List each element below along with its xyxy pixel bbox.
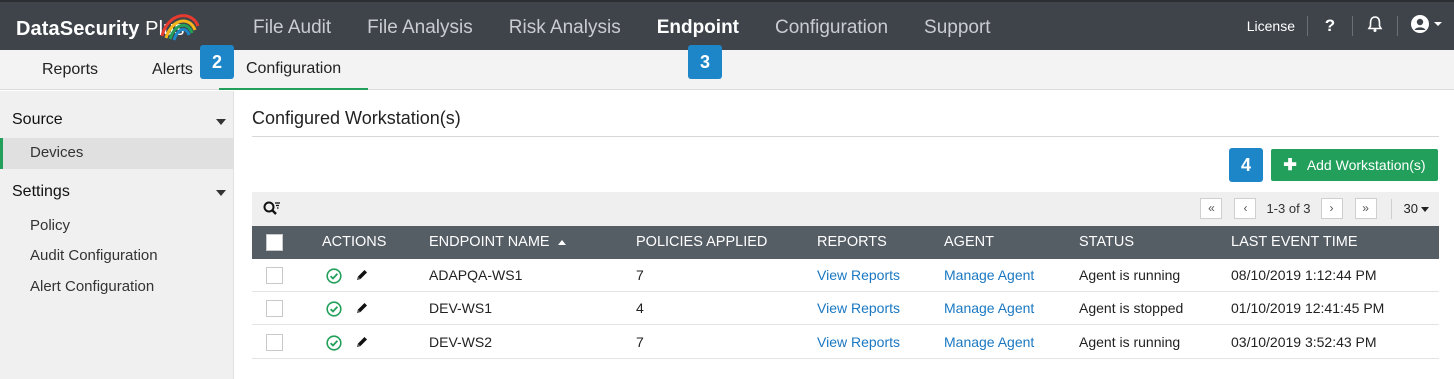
sidebar-item-label: Devices xyxy=(30,144,84,161)
check-circle-icon[interactable] xyxy=(326,268,342,284)
license-link[interactable]: License xyxy=(1235,18,1307,34)
table-toolbar: « ‹ 1-3 of 3 › » 30 xyxy=(252,192,1439,226)
table-row: ADAPQA-WS1 7 View Reports Manage Agent A… xyxy=(252,259,1439,292)
nav-file-analysis[interactable]: File Analysis xyxy=(349,2,491,50)
nav-configuration[interactable]: Configuration xyxy=(757,2,906,50)
endpoint-name: DEV-WS2 xyxy=(429,334,493,350)
agent-status: Agent is running xyxy=(1079,267,1181,283)
check-circle-icon[interactable] xyxy=(326,301,342,317)
last-event-time: 08/10/2019 1:12:44 PM xyxy=(1231,267,1377,283)
endpoint-name: ADAPQA-WS1 xyxy=(429,267,523,283)
view-reports-link[interactable]: View Reports xyxy=(817,259,900,292)
nav-risk-analysis[interactable]: Risk Analysis xyxy=(491,2,639,50)
first-page-button[interactable]: « xyxy=(1200,198,1223,219)
plus-icon: ✚ xyxy=(1283,157,1297,174)
sidebar-item-policy[interactable]: Policy xyxy=(30,217,70,234)
column-agent[interactable]: AGENT xyxy=(944,226,994,259)
row-checkbox[interactable] xyxy=(266,267,283,284)
caret-down-icon xyxy=(1421,207,1429,213)
next-page-button[interactable]: › xyxy=(1320,198,1343,219)
callout-badge-2: 2 xyxy=(200,45,234,79)
nav-file-audit[interactable]: File Audit xyxy=(235,2,349,50)
sidebar: Source Devices Settings Policy Audit Con… xyxy=(0,91,234,379)
manage-agent-link[interactable]: Manage Agent xyxy=(944,326,1034,359)
nav-endpoint[interactable]: Endpoint xyxy=(639,2,757,50)
search-filter-icon[interactable] xyxy=(263,201,281,217)
view-reports-link[interactable]: View Reports xyxy=(817,292,900,325)
top-right-tools: License ? xyxy=(1235,2,1454,50)
pagination: « ‹ 1-3 of 3 › » 30 xyxy=(1194,198,1439,219)
column-policies-applied[interactable]: POLICIES APPLIED xyxy=(636,226,767,259)
caret-down-icon[interactable] xyxy=(216,190,226,196)
top-navbar: DataSecurity Plus File Audit File Analys… xyxy=(0,0,1454,50)
logo-text: DataSecurity xyxy=(16,18,140,40)
manage-agent-link[interactable]: Manage Agent xyxy=(944,259,1034,292)
sidebar-section-settings[interactable]: Settings xyxy=(12,183,70,201)
row-checkbox[interactable] xyxy=(266,334,283,351)
tab-configuration[interactable]: Configuration xyxy=(218,50,369,90)
main-nav: File Audit File Analysis Risk Analysis E… xyxy=(235,2,1009,50)
callout-badge-3: 3 xyxy=(688,45,722,79)
check-circle-icon[interactable] xyxy=(326,335,342,351)
column-status[interactable]: STATUS xyxy=(1079,226,1134,259)
prev-page-button[interactable]: ‹ xyxy=(1234,198,1257,219)
endpoint-name: DEV-WS1 xyxy=(429,300,493,316)
logo-swirl-icon xyxy=(160,14,200,41)
divider xyxy=(252,136,1439,137)
table-row: DEV-WS1 4 View Reports Manage Agent Agen… xyxy=(252,292,1439,325)
agent-status: Agent is running xyxy=(1079,334,1181,350)
nav-support[interactable]: Support xyxy=(906,2,1009,50)
row-checkbox[interactable] xyxy=(266,300,283,317)
add-workstation-label: Add Workstation(s) xyxy=(1306,157,1426,173)
help-icon[interactable]: ? xyxy=(1308,16,1352,36)
column-reports[interactable]: REPORTS xyxy=(817,226,887,259)
pencil-icon[interactable] xyxy=(355,301,369,315)
sub-nav-tabs: Reports Alerts Configuration xyxy=(0,50,369,90)
sidebar-section-source[interactable]: Source xyxy=(12,111,63,129)
sort-ascending-icon xyxy=(557,239,566,245)
column-endpoint-name[interactable]: ENDPOINT NAME xyxy=(429,226,566,259)
page-size-value: 30 xyxy=(1403,201,1418,216)
agent-status: Agent is stopped xyxy=(1079,300,1184,316)
policies-applied: 4 xyxy=(636,300,644,316)
policies-applied: 7 xyxy=(636,334,644,350)
page-size-select[interactable]: 30 xyxy=(1392,201,1439,216)
sidebar-item-audit-configuration[interactable]: Audit Configuration xyxy=(30,247,158,264)
caret-down-icon[interactable] xyxy=(216,119,226,125)
select-all-checkbox[interactable] xyxy=(266,234,283,251)
bell-icon[interactable] xyxy=(1353,15,1397,38)
column-last-event-time[interactable]: LAST EVENT TIME xyxy=(1231,226,1358,259)
column-actions: ACTIONS xyxy=(322,234,387,250)
add-workstation-button[interactable]: ✚ Add Workstation(s) xyxy=(1271,149,1438,181)
last-page-button[interactable]: » xyxy=(1354,198,1377,219)
manage-agent-link[interactable]: Manage Agent xyxy=(944,292,1034,325)
tab-reports[interactable]: Reports xyxy=(0,50,126,90)
sidebar-item-alert-configuration[interactable]: Alert Configuration xyxy=(30,278,154,295)
policies-applied: 7 xyxy=(636,267,644,283)
sidebar-item-devices[interactable]: Devices xyxy=(0,138,234,169)
table-header: ACTIONS ENDPOINT NAME POLICIES APPLIED R… xyxy=(252,226,1439,259)
last-event-time: 01/10/2019 12:41:45 PM xyxy=(1231,300,1385,316)
table-row: DEV-WS2 7 View Reports Manage Agent Agen… xyxy=(252,326,1439,359)
view-reports-link[interactable]: View Reports xyxy=(817,326,900,359)
main-content: Configured Workstation(s) ✚ Add Workstat… xyxy=(235,91,1454,379)
last-event-time: 03/10/2019 3:52:43 PM xyxy=(1231,334,1377,350)
page-range: 1-3 of 3 xyxy=(1266,201,1311,216)
column-label: ENDPOINT NAME xyxy=(429,234,550,250)
page-title: Configured Workstation(s) xyxy=(252,108,461,128)
pencil-icon[interactable] xyxy=(355,335,369,349)
pencil-icon[interactable] xyxy=(355,268,369,282)
user-avatar-icon[interactable] xyxy=(1398,14,1454,39)
